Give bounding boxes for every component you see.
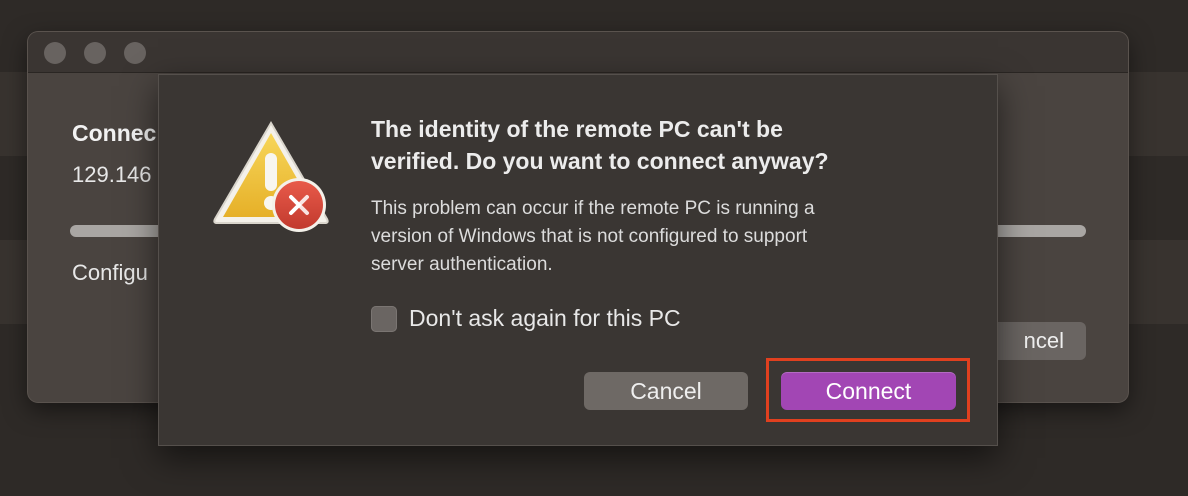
dont-ask-again-label[interactable]: Don't ask again for this PC (409, 305, 681, 332)
dialog-message-line: This problem can occur if the remote PC … (371, 198, 815, 219)
warning-remote-desktop-icon (209, 119, 333, 235)
dialog-title: The identity of the remote PC can't be v… (371, 113, 971, 177)
zoom-window-button[interactable] (124, 42, 146, 64)
close-window-button[interactable] (44, 42, 66, 64)
connection-heading: Connec (72, 120, 157, 146)
dont-ask-again-checkbox[interactable] (371, 305, 397, 332)
dialog-message-line: server authentication. (371, 254, 553, 275)
dialog-message: This problem can occur if the remote PC … (371, 195, 961, 279)
cancel-button[interactable]: Cancel (584, 372, 748, 410)
connection-status: Configu (72, 260, 148, 285)
connect-button[interactable]: Connect (781, 372, 956, 410)
dialog-message-line: version of Windows that is not configure… (371, 226, 808, 247)
minimize-window-button[interactable] (84, 42, 106, 64)
dialog-title-line: The identity of the remote PC can't be (371, 116, 783, 142)
window-titlebar (28, 32, 1128, 73)
identity-warning-dialog: The identity of the remote PC can't be v… (158, 74, 998, 446)
dialog-title-line: verified. Do you want to connect anyway? (371, 148, 829, 174)
dont-ask-again-row[interactable]: Don't ask again for this PC (371, 305, 681, 332)
connection-address: 129.146 (72, 162, 152, 187)
background-cancel-button[interactable]: ncel (988, 322, 1086, 360)
